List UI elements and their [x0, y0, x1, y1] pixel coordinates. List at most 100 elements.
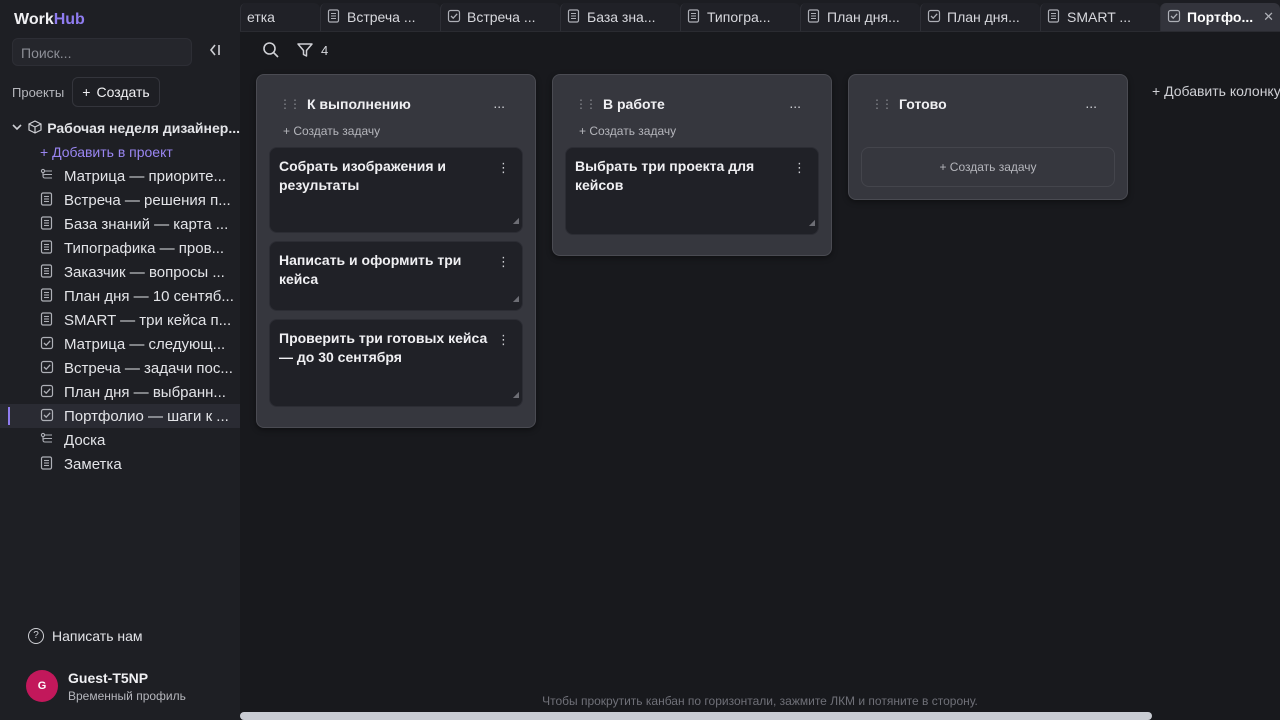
- resize-handle-icon[interactable]: ◢: [513, 289, 519, 308]
- tab-label: Встреча ...: [467, 9, 536, 25]
- task-title: Проверить три готовых кейса — до 30 сент…: [279, 330, 488, 365]
- sidebar-item[interactable]: Заметка: [0, 452, 240, 476]
- create-button[interactable]: + Создать: [72, 77, 160, 107]
- task-icon: [927, 9, 947, 26]
- tab-bar: етка Встреча ... Встреча ... База зна... Тип…: [240, 0, 1280, 32]
- tab[interactable]: База зна...: [560, 3, 680, 31]
- contact-us-link[interactable]: ? Написать нам: [28, 628, 143, 644]
- tab[interactable]: Встреча ...: [440, 3, 560, 31]
- more-icon[interactable]: ...: [493, 95, 505, 111]
- sidebar-item[interactable]: SMART — три кейса п...: [0, 308, 240, 332]
- task-card[interactable]: Выбрать три проекта для кейсов ⋮ ◢: [565, 147, 819, 235]
- resize-handle-icon[interactable]: ◢: [513, 385, 519, 404]
- note-icon: [40, 311, 64, 329]
- drag-handle-icon[interactable]: ⋮⋮: [871, 97, 893, 111]
- search-icon[interactable]: [262, 41, 280, 59]
- task-icon: [447, 9, 467, 26]
- tab-label: етка: [247, 9, 275, 25]
- add-to-project-link[interactable]: + Добавить в проект: [0, 140, 240, 164]
- note-icon: [40, 263, 64, 281]
- tab-label: План дня...: [827, 9, 900, 25]
- sidebar-item[interactable]: База знаний — карта ...: [0, 212, 240, 236]
- project-name: Рабочая неделя дизайнер...: [47, 120, 240, 136]
- note-icon: [40, 455, 64, 473]
- more-icon[interactable]: ...: [1085, 95, 1097, 111]
- task-title: Выбрать три проекта для кейсов: [575, 158, 755, 193]
- task-card[interactable]: Собрать изображения и результаты ⋮ ◢: [269, 147, 523, 233]
- column-title: К выполнению: [307, 96, 411, 112]
- note-icon: [567, 8, 587, 26]
- sidebar-item[interactable]: Матрица — следующ...: [0, 332, 240, 356]
- user-subtitle: Временный профиль: [68, 689, 186, 703]
- more-icon[interactable]: ...: [789, 95, 801, 111]
- task-icon: [40, 336, 64, 353]
- kebab-menu-icon[interactable]: ⋮: [793, 158, 806, 177]
- filter-icon[interactable]: [296, 41, 314, 59]
- kebab-menu-icon[interactable]: ⋮: [497, 252, 510, 271]
- tab-label: Встреча ...: [347, 9, 416, 25]
- board-icon: [40, 432, 64, 449]
- sidebar-item[interactable]: Встреча — задачи пос...: [0, 356, 240, 380]
- create-task-link[interactable]: + Создать задачу: [579, 124, 676, 138]
- tab[interactable]: План дня...: [800, 3, 920, 31]
- sidebar-item[interactable]: Типографика — пров...: [0, 236, 240, 260]
- sidebar-item-label: SMART — три кейса п...: [64, 311, 232, 329]
- add-column-button[interactable]: + Добавить колонку: [1152, 83, 1280, 99]
- tab[interactable]: План дня...: [920, 3, 1040, 31]
- task-icon: [40, 360, 64, 377]
- sidebar-item-label: Заказчик — вопросы ...: [64, 263, 225, 281]
- sidebar-item[interactable]: Портфолио — шаги к ...: [0, 404, 240, 428]
- note-icon: [807, 8, 827, 26]
- tab[interactable]: Портфо... ✕: [1160, 3, 1280, 31]
- contact-us-label: Написать нам: [52, 628, 143, 644]
- chevron-down-icon[interactable]: [12, 122, 24, 135]
- sidebar-item-label: План дня — выбранн...: [64, 383, 226, 401]
- horizontal-scrollbar[interactable]: [240, 712, 1152, 720]
- brand-work: Work: [14, 11, 54, 28]
- create-task-button[interactable]: + Создать задачу: [861, 147, 1115, 187]
- drag-handle-icon[interactable]: ⋮⋮: [279, 97, 301, 111]
- note-icon: [40, 287, 64, 305]
- sidebar-item[interactable]: Встреча — решения п...: [0, 188, 240, 212]
- tab[interactable]: Встреча ...: [320, 3, 440, 31]
- collapse-sidebar-icon[interactable]: [206, 42, 226, 62]
- sidebar-item-label: Встреча — решения п...: [64, 191, 231, 209]
- sidebar-item[interactable]: План дня — 10 сентяб...: [0, 284, 240, 308]
- resize-handle-icon[interactable]: ◢: [809, 213, 815, 232]
- tab-label: План дня...: [947, 9, 1020, 25]
- resize-handle-icon[interactable]: ◢: [513, 211, 519, 230]
- task-title: Собрать изображения и результаты: [279, 158, 447, 193]
- sidebar-item[interactable]: Матрица — приорите...: [0, 164, 240, 188]
- sidebar-item[interactable]: Доска: [0, 428, 240, 452]
- kanban-column: ⋮⋮ В работе... + Создать задачу Выбрать три…: [552, 74, 832, 256]
- kebab-menu-icon[interactable]: ⋮: [497, 158, 510, 177]
- tab-label: SMART ...: [1067, 9, 1132, 25]
- task-card[interactable]: Проверить три готовых кейса — до 30 сент…: [269, 319, 523, 407]
- tab-label: База зна...: [587, 9, 656, 25]
- scroll-hint: Чтобы прокрутить канбан по горизонтали, …: [542, 694, 978, 708]
- drag-handle-icon[interactable]: ⋮⋮: [575, 97, 597, 111]
- sidebar-search-input[interactable]: Поиск...: [12, 38, 192, 66]
- brand-logo[interactable]: WorkHub: [14, 11, 85, 29]
- create-task-link[interactable]: + Создать задачу: [283, 124, 380, 138]
- avatar[interactable]: G: [26, 670, 58, 702]
- sidebar-item-label: Портфолио — шаги к ...: [64, 407, 229, 425]
- tab[interactable]: SMART ...: [1040, 3, 1160, 31]
- tab[interactable]: Типогра...: [680, 3, 800, 31]
- close-icon[interactable]: ✕: [1263, 9, 1274, 25]
- kebab-menu-icon[interactable]: ⋮: [497, 330, 510, 349]
- brand-hub: Hub: [53, 11, 85, 28]
- project-tree: Рабочая неделя дизайнер... + Добавить в …: [0, 116, 240, 476]
- task-card[interactable]: Написать и оформить три кейса ⋮ ◢: [269, 241, 523, 311]
- create-button-label: Создать: [96, 84, 150, 100]
- task-icon: [40, 384, 64, 401]
- tab[interactable]: етка: [240, 3, 320, 31]
- note-icon: [40, 215, 64, 233]
- user-name: Guest-T5NP: [68, 670, 149, 686]
- project-row[interactable]: Рабочая неделя дизайнер...: [0, 116, 240, 140]
- sidebar-item[interactable]: Заказчик — вопросы ...: [0, 260, 240, 284]
- tab-label: Типогра...: [707, 9, 771, 25]
- help-icon: ?: [28, 628, 44, 644]
- sidebar-item-label: Доска: [64, 431, 106, 449]
- sidebar-item[interactable]: План дня — выбранн...: [0, 380, 240, 404]
